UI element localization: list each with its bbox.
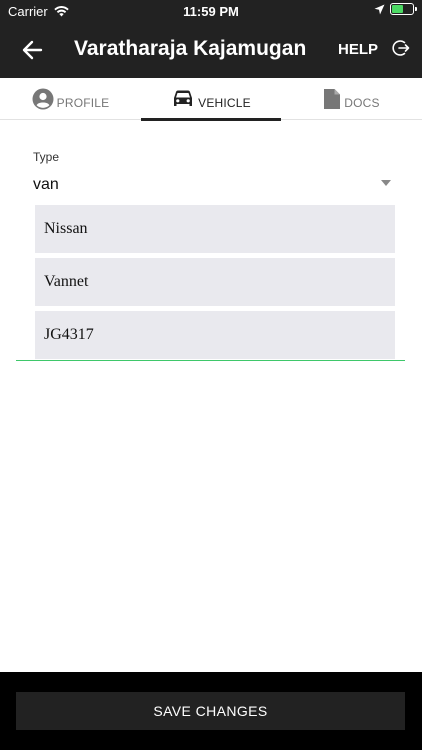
save-changes-button[interactable]: SAVE CHANGES — [16, 692, 405, 730]
tab-vehicle-label: VEHICLE — [198, 96, 251, 110]
document-icon — [324, 89, 341, 109]
bottom-bar: SAVE CHANGES — [0, 672, 422, 750]
tab-bar: PROFILE VEHICLE DOCS — [0, 78, 422, 120]
tab-profile-label: PROFILE — [56, 96, 110, 110]
status-bar: Carrier 11:59 PM — [0, 0, 422, 22]
vehicle-plate-input[interactable] — [35, 311, 395, 359]
account-circle-icon — [32, 88, 54, 110]
vehicle-model-input[interactable] — [35, 258, 395, 306]
tab-profile[interactable]: PROFILE — [0, 78, 141, 120]
tab-docs[interactable]: DOCS — [281, 78, 422, 120]
tab-vehicle[interactable]: VEHICLE — [141, 78, 281, 120]
nav-row: Varatharaja Kajamugan HELP — [0, 22, 422, 78]
car-icon — [174, 90, 193, 106]
location-arrow-icon — [374, 4, 385, 14]
vehicle-make-input[interactable] — [35, 205, 395, 253]
tab-docs-label: DOCS — [344, 96, 380, 110]
top-app-bar: Carrier 11:59 PM Varatharaja Kajamugan H… — [0, 0, 422, 78]
battery-icon — [390, 3, 417, 15]
battery-fill — [392, 5, 404, 13]
battery-cap — [415, 7, 417, 11]
logout-icon[interactable] — [392, 39, 410, 57]
type-label: Type — [33, 150, 60, 164]
page-title: Varatharaja Kajamugan — [74, 37, 307, 60]
help-button[interactable]: HELP — [338, 41, 378, 58]
active-tab-indicator — [141, 118, 281, 121]
active-input-underline — [16, 360, 405, 361]
arrow-left-icon[interactable] — [18, 36, 48, 64]
status-time: 11:59 PM — [183, 4, 239, 19]
chevron-down-icon[interactable] — [381, 180, 391, 186]
status-right — [374, 3, 417, 15]
type-select[interactable]: van — [33, 176, 59, 194]
